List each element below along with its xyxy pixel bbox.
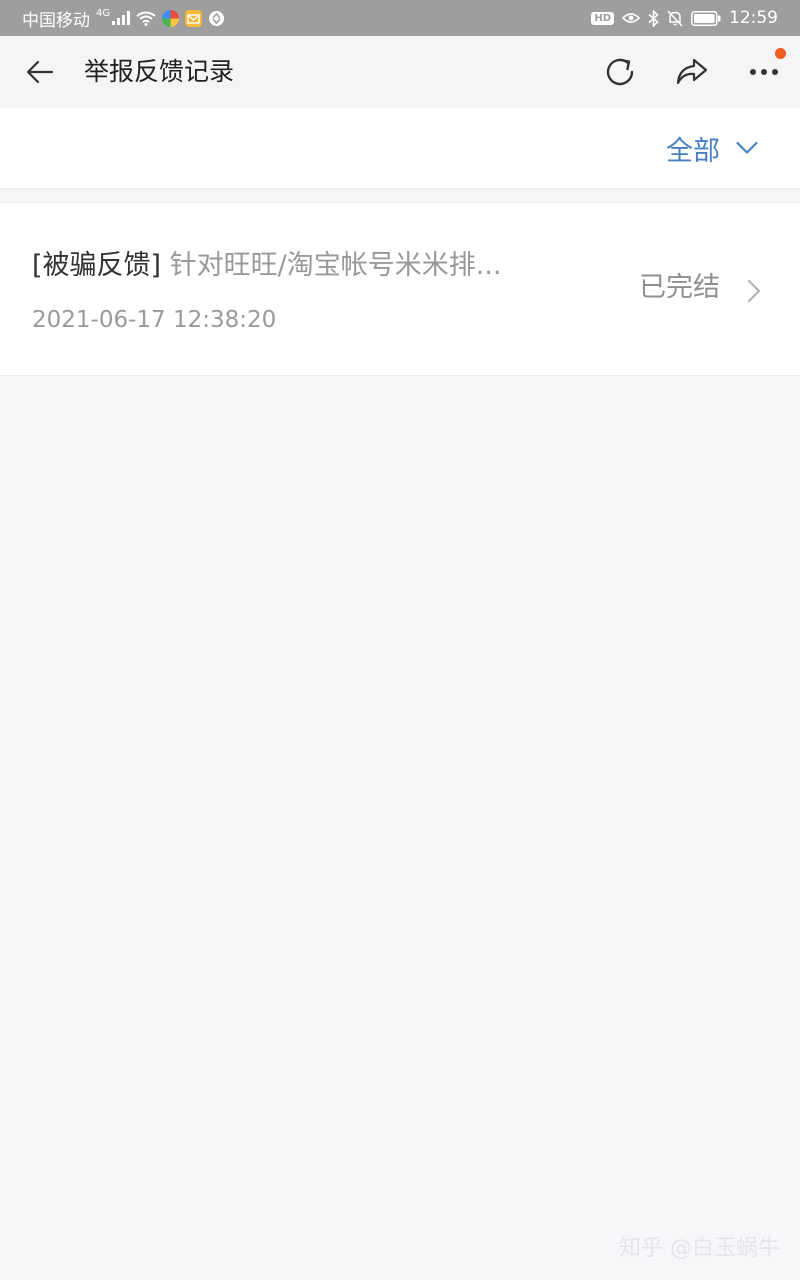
clock: 12:59 — [729, 8, 778, 28]
network-label: 4G — [96, 7, 111, 19]
mute-icon — [667, 9, 683, 27]
share-button[interactable] — [672, 52, 712, 92]
wifi-icon — [136, 11, 156, 26]
back-arrow-icon — [26, 60, 54, 84]
record-time: 2021-06-17 12:38:20 — [32, 307, 277, 333]
filter-dropdown[interactable]: 全部 — [666, 108, 758, 188]
refresh-icon — [606, 58, 634, 86]
notification-dot — [775, 48, 786, 59]
signal-icon — [112, 11, 131, 25]
status-bar: 中国移动 4G HD 12:59 — [0, 0, 800, 36]
list-item[interactable]: [被骗反馈] 针对旺旺/淘宝帐号米米排... 2021-06-17 12:38:… — [0, 202, 800, 376]
page-title: 举报反馈记录 — [84, 57, 235, 86]
sync-icon — [208, 10, 225, 27]
record-heading: [被骗反馈] 针对旺旺/淘宝帐号米米排... — [32, 243, 502, 282]
mail-icon — [185, 9, 203, 27]
chevron-down-icon — [736, 141, 758, 154]
share-icon — [676, 58, 708, 85]
eye-icon — [622, 12, 640, 24]
more-button[interactable] — [744, 48, 786, 92]
chevron-right-icon — [747, 279, 761, 303]
status-bar-right: HD 12:59 — [591, 0, 778, 36]
battery-icon — [691, 10, 721, 26]
status-bar-left: 中国移动 4G — [22, 0, 225, 36]
record-title: 针对旺旺/淘宝帐号米米排... — [169, 250, 502, 281]
filter-label: 全部 — [666, 135, 720, 167]
record-status: 已完结 — [639, 272, 720, 303]
carrier-label: 中国移动 — [22, 10, 90, 31]
filter-bar: 全部 — [0, 108, 800, 188]
refresh-button[interactable] — [600, 52, 640, 92]
back-button[interactable] — [20, 54, 60, 90]
hd-label: HD — [591, 11, 614, 25]
watermark: 知乎 @白玉蜗牛 — [619, 1236, 780, 1261]
record-category: [被骗反馈] — [32, 250, 162, 281]
more-icon — [750, 69, 778, 75]
app-icon — [162, 9, 180, 27]
bluetooth-icon — [648, 9, 659, 27]
nav-bar: 举报反馈记录 — [0, 36, 800, 108]
